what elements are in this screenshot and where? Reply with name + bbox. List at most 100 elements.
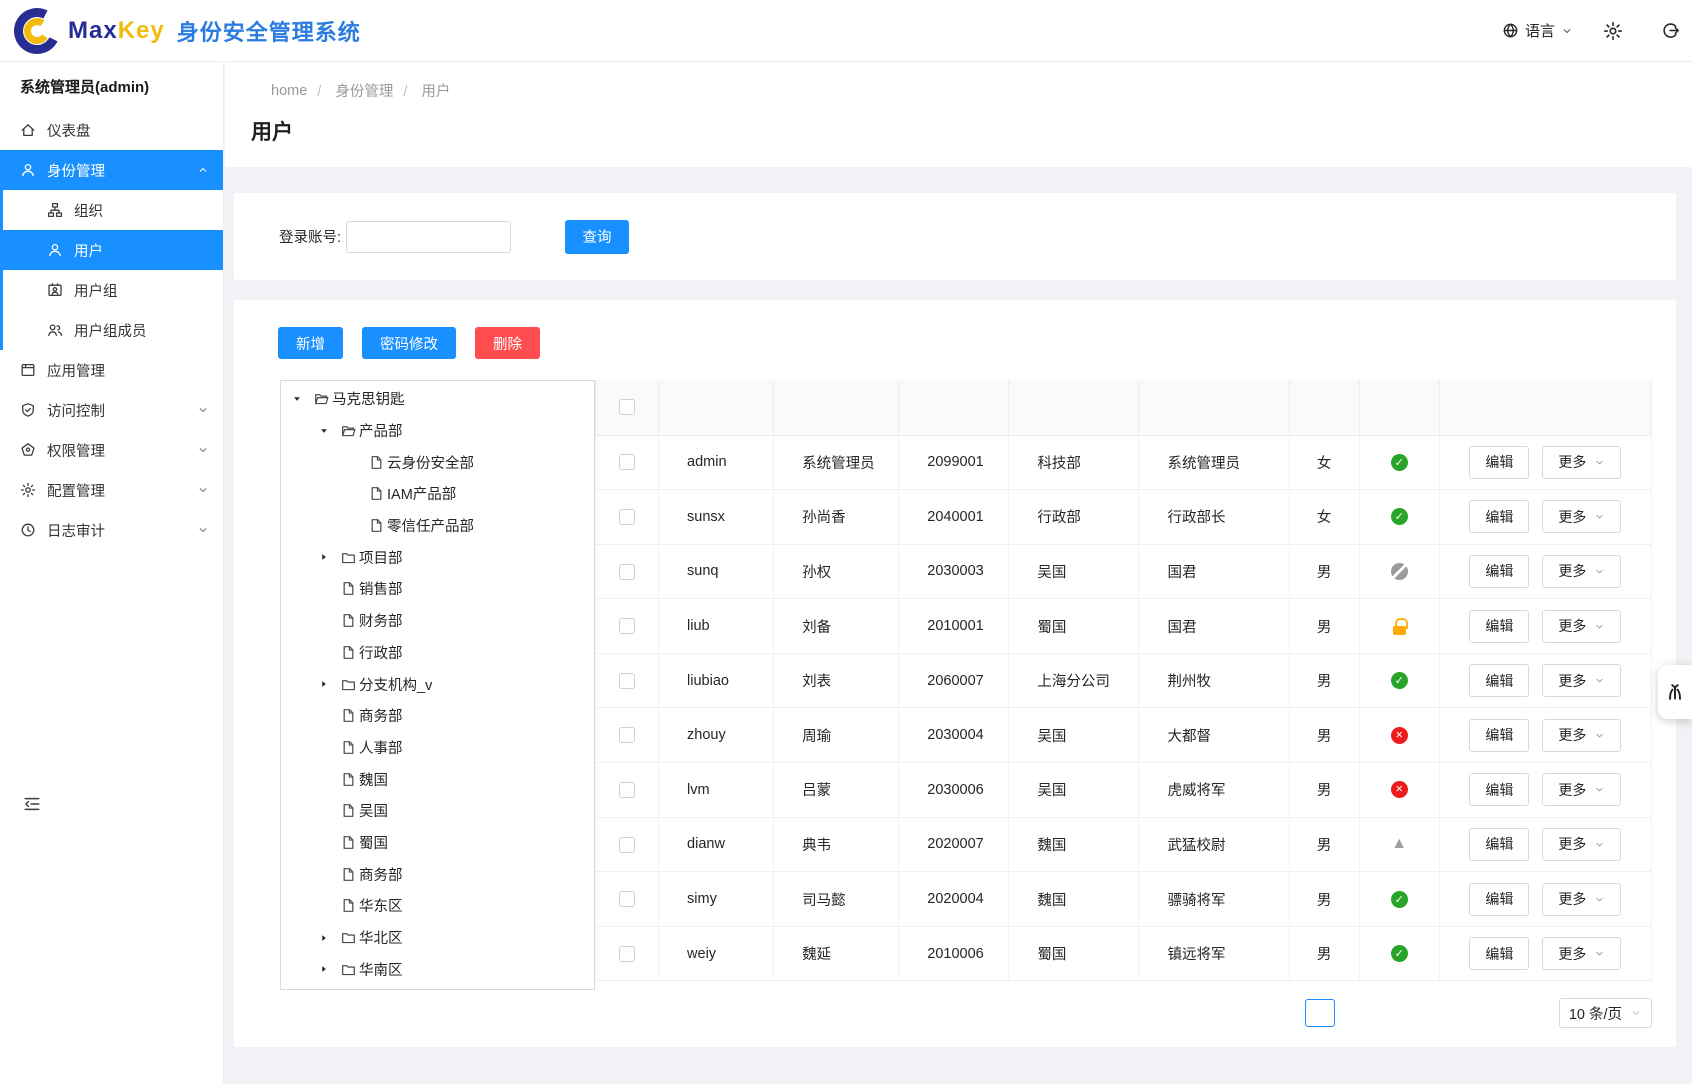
sidebar-item-permissions[interactable]: 权限管理 (0, 430, 223, 470)
tree-node[interactable]: 产品部 (281, 415, 594, 447)
tree-node[interactable]: 人事部 (281, 732, 594, 764)
edit-button[interactable]: 编辑 (1469, 883, 1529, 916)
tree-node[interactable]: 零信任产品部 (281, 510, 594, 542)
current-user-label: 系统管理员(admin) (0, 62, 223, 110)
pagination-page-2[interactable] (1351, 999, 1369, 1027)
breadcrumb-item[interactable]: home (271, 83, 307, 99)
pagination-prev[interactable] (1271, 999, 1289, 1027)
row-checkbox[interactable] (619, 509, 635, 525)
row-checkbox[interactable] (619, 454, 635, 470)
select-all-checkbox[interactable] (619, 399, 635, 415)
edit-button[interactable]: 编辑 (1469, 610, 1529, 643)
edit-button[interactable]: 编辑 (1469, 719, 1529, 752)
edit-button[interactable]: 编辑 (1469, 773, 1529, 806)
tree-node[interactable]: 华东区 (281, 890, 594, 922)
sidebar-item-users[interactable]: 用户 (0, 230, 223, 270)
row-checkbox[interactable] (619, 891, 635, 907)
tree-node[interactable]: IAM产品部 (281, 478, 594, 510)
query-button[interactable]: 查询 (565, 220, 629, 254)
more-button[interactable]: 更多 (1542, 500, 1621, 533)
row-checkbox[interactable] (619, 673, 635, 689)
cell-account: sunq (659, 544, 774, 599)
sidebar-item-apps[interactable]: 应用管理 (0, 350, 223, 390)
tree-node[interactable]: 云身份安全部 (281, 446, 594, 478)
settings-gear-icon[interactable] (1603, 21, 1623, 41)
tree-node[interactable]: 财务部 (281, 605, 594, 637)
change-password-button[interactable]: 密码修改 (362, 327, 456, 359)
pagination-page-5[interactable] (1453, 999, 1471, 1027)
tree-node[interactable]: 商务部 (281, 858, 594, 890)
sidebar-item-organization[interactable]: 组织 (0, 190, 223, 230)
pagination-next[interactable] (1521, 999, 1539, 1027)
tree-node[interactable]: 吴国 (281, 795, 594, 827)
add-button[interactable]: 新增 (278, 327, 343, 359)
status-icon (1391, 727, 1408, 744)
edit-button[interactable]: 编辑 (1469, 828, 1529, 861)
caret-right-icon[interactable] (319, 933, 329, 943)
status-icon (1391, 454, 1408, 471)
more-button[interactable]: 更多 (1542, 719, 1621, 752)
pagination-page-4[interactable] (1419, 999, 1437, 1027)
sidebar-item-identity[interactable]: 身份管理 (0, 150, 223, 190)
chevron-down-icon (1594, 948, 1605, 959)
breadcrumb-item[interactable]: 用户 (421, 84, 450, 100)
row-checkbox[interactable] (619, 782, 635, 798)
row-checkbox[interactable] (619, 618, 635, 634)
more-button[interactable]: 更多 (1542, 773, 1621, 806)
pagination-page-3[interactable] (1385, 999, 1403, 1027)
caret-right-icon[interactable] (319, 964, 329, 974)
row-checkbox[interactable] (619, 727, 635, 743)
sidebar-item-config[interactable]: 配置管理 (0, 470, 223, 510)
caret-down-icon[interactable] (319, 426, 329, 436)
tree-node-root[interactable]: 马克思钥匙 (281, 383, 594, 415)
row-checkbox[interactable] (619, 564, 635, 580)
sidebar-item-audit[interactable]: 日志审计 (0, 510, 223, 550)
status-icon (1391, 672, 1408, 689)
tree-node[interactable]: 华南区 (281, 953, 594, 985)
tree-node[interactable]: 商务部 (281, 700, 594, 732)
edit-button[interactable]: 编辑 (1469, 500, 1529, 533)
cell-position: 荆州牧 (1139, 653, 1289, 708)
breadcrumb-item[interactable]: 身份管理 (335, 84, 393, 100)
edit-button[interactable]: 编辑 (1469, 937, 1529, 970)
tree-node[interactable]: 蜀国 (281, 827, 594, 859)
edit-button[interactable]: 编辑 (1469, 664, 1529, 697)
delete-button[interactable]: 删除 (475, 327, 540, 359)
table-header-row (596, 380, 1652, 435)
caret-right-icon[interactable] (319, 679, 329, 689)
tree-node[interactable]: 分支机构_v (281, 668, 594, 700)
row-checkbox[interactable] (619, 946, 635, 962)
more-button[interactable]: 更多 (1542, 828, 1621, 861)
cell-account: zhouy (659, 708, 774, 763)
login-account-input[interactable] (346, 221, 511, 253)
menu-fold-icon[interactable] (22, 795, 42, 813)
sidebar-item-group-members[interactable]: 用户组成员 (0, 310, 223, 350)
more-button[interactable]: 更多 (1542, 555, 1621, 588)
logout-icon[interactable] (1661, 21, 1680, 40)
caret-down-icon[interactable] (292, 394, 302, 404)
pagination-page-6[interactable] (1487, 999, 1505, 1027)
tree-node[interactable]: 销售部 (281, 573, 594, 605)
row-checkbox[interactable] (619, 837, 635, 853)
sidebar-item-dashboard[interactable]: 仪表盘 (0, 110, 223, 150)
more-button[interactable]: 更多 (1542, 883, 1621, 916)
sidebar-item-user-groups[interactable]: 用户组 (0, 270, 223, 310)
language-switcher[interactable]: 语言 (1502, 20, 1573, 41)
cell-department: 吴国 (1009, 708, 1139, 763)
more-button[interactable]: 更多 (1542, 937, 1621, 970)
pagination-page-1[interactable] (1305, 999, 1335, 1027)
more-button[interactable]: 更多 (1542, 664, 1621, 697)
caret-right-icon[interactable] (319, 552, 329, 562)
tree-node[interactable]: 项目部 (281, 541, 594, 573)
page-size-select[interactable]: 10 条/页 (1559, 998, 1652, 1028)
tree-node[interactable]: 魏国 (281, 763, 594, 795)
sidebar-item-access-control[interactable]: 访问控制 (0, 390, 223, 430)
tree-node[interactable]: 行政部 (281, 637, 594, 669)
floating-widget[interactable] (1658, 665, 1692, 719)
more-button[interactable]: 更多 (1542, 446, 1621, 479)
edit-button[interactable]: 编辑 (1469, 446, 1529, 479)
edit-button[interactable]: 编辑 (1469, 555, 1529, 588)
tree-node[interactable]: 华北区 (281, 922, 594, 954)
chevron-down-icon (1594, 839, 1605, 850)
more-button[interactable]: 更多 (1542, 610, 1621, 643)
